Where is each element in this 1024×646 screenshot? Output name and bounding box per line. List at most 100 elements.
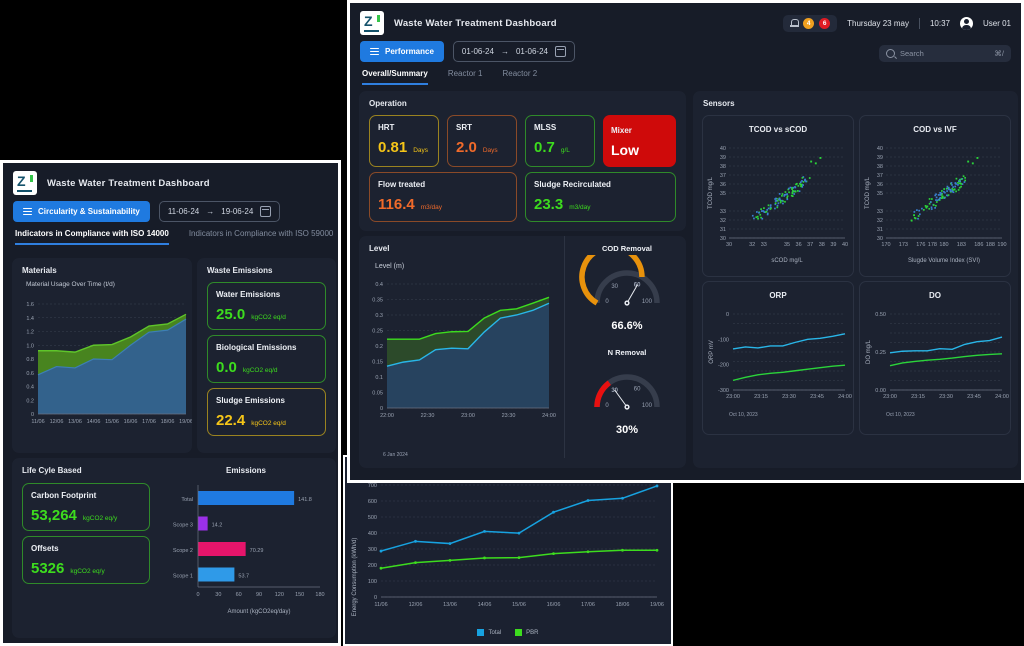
performance-mode-button[interactable]: Performance — [360, 41, 444, 62]
svg-text:0.6: 0.6 — [26, 371, 34, 377]
tcod-vs-scod-title: TCOD vs sCOD — [748, 125, 808, 134]
tab-iso-59000[interactable]: Indicators in Compliance with ISO 59000 — [189, 229, 334, 245]
svg-text:120: 120 — [275, 592, 284, 598]
svg-text:180: 180 — [315, 592, 324, 598]
waste-emissions-panel: Waste Emissions Water Emissions 25.0 kgCO… — [197, 258, 336, 453]
badge-alert[interactable]: 6 — [819, 17, 831, 29]
performance-window: Z Waste Water Treatment Dashboard 4 6 Th… — [347, 0, 1024, 483]
materials-title: Materials — [22, 266, 57, 275]
tab-reactor-2[interactable]: Reactor 2 — [503, 69, 538, 85]
svg-text:Total: Total — [181, 497, 193, 503]
svg-text:Scope 3: Scope 3 — [173, 523, 193, 529]
svg-text:180: 180 — [939, 242, 948, 248]
svg-text:-100: -100 — [718, 337, 729, 343]
offsets-card[interactable]: Offsets 5326 kgCO2 eq/y — [22, 536, 150, 584]
materials-chart: 0 0.2 0.4 0.6 0.8 1.0 1.2 1.4 1.6 11/06 12/06 13/06… — [26, 302, 192, 425]
svg-text:35: 35 — [784, 242, 790, 248]
hrt-card[interactable]: HRT 0.81 Days — [369, 115, 439, 167]
svg-text:100: 100 — [642, 403, 653, 409]
flow-treated-label: Flow treated — [378, 180, 426, 189]
badge-warning[interactable]: 4 — [803, 17, 815, 29]
circularity-mode-button[interactable]: Circularity & Sustainability — [13, 201, 150, 222]
svg-text:DO mg/L: DO mg/L — [866, 339, 872, 364]
svg-text:0: 0 — [196, 592, 199, 598]
srt-card[interactable]: SRT 2.0 Days — [447, 115, 517, 167]
svg-text:13/06: 13/06 — [68, 419, 82, 425]
svg-text:141.8: 141.8 — [298, 497, 312, 503]
water-emissions-card[interactable]: Water Emissions 25.0 kgCO2 eq/d — [207, 282, 326, 330]
svg-text:183: 183 — [957, 242, 966, 248]
svg-text:33: 33 — [720, 209, 726, 215]
header-right-cluster: 4 6 Thursday 23 may 10:37 User 01 — [783, 14, 1011, 32]
svg-text:23:00: 23:00 — [726, 394, 740, 400]
svg-text:60: 60 — [236, 592, 242, 598]
circularity-controls: Circularity & Sustainability 11-06-24 → … — [3, 199, 338, 222]
header-user[interactable]: User 01 — [983, 19, 1011, 28]
mixer-card[interactable]: Mixer Low — [603, 115, 676, 167]
tab-iso-14000[interactable]: Indicators in Compliance with ISO 14000 — [15, 229, 169, 245]
carbon-footprint-unit: kgCO2 eq/y — [82, 515, 118, 522]
svg-text:Slugde Volume Index (SVI): Slugde Volume Index (SVI) — [908, 258, 980, 264]
svg-text:0.4: 0.4 — [26, 385, 34, 391]
carbon-footprint-card[interactable]: Carbon Footprint 53,264 kgCO2 eq/y — [22, 483, 150, 531]
svg-text:14/06: 14/06 — [478, 602, 492, 608]
performance-mode-label: Performance — [385, 46, 434, 56]
header-date: Thursday 23 may — [847, 18, 909, 28]
svg-text:176: 176 — [916, 242, 925, 248]
cod-removal-gauge-svg: 03060100 — [579, 244, 660, 306]
circularity-mode-label: Circularity & Sustainability — [38, 206, 140, 216]
legend-swatch-pbr — [515, 629, 523, 636]
logo-green-bar — [30, 175, 33, 182]
performance-date-range[interactable]: 01-06-24 → 01-06-24 — [452, 41, 575, 62]
notifications-group[interactable]: 4 6 — [783, 14, 838, 32]
svg-text:1.2: 1.2 — [26, 330, 34, 336]
biological-emissions-card[interactable]: Biological Emissions 0.0 kgCO2 eq/d — [207, 335, 326, 383]
svg-text:500: 500 — [368, 515, 377, 521]
circularity-date-range[interactable]: 11-06-24 → 19-06-24 — [158, 201, 281, 222]
do-title: DO — [929, 291, 941, 300]
logo-letter: Z — [17, 173, 26, 189]
tab-overall-summary[interactable]: Overall/Summary — [362, 69, 428, 85]
svg-text:0: 0 — [605, 403, 609, 409]
logo-green-bar — [377, 15, 380, 22]
svg-text:31: 31 — [720, 227, 726, 233]
flow-treated-card[interactable]: Flow treated 116.4 m3/day — [369, 172, 517, 222]
svg-text:0.25: 0.25 — [875, 350, 886, 356]
mlss-unit: g/L — [560, 147, 570, 154]
svg-text:700: 700 — [368, 483, 377, 489]
mlss-card[interactable]: MLSS 0.7 g/L — [525, 115, 595, 167]
sludge-emissions-value: 22.4 — [216, 412, 246, 429]
svg-text:31: 31 — [877, 227, 883, 233]
calendar-icon[interactable] — [260, 206, 272, 217]
svg-text:60: 60 — [634, 387, 641, 393]
svg-text:0.05: 0.05 — [372, 391, 383, 397]
operation-title: Operation — [369, 99, 407, 108]
svg-text:0.8: 0.8 — [26, 357, 34, 363]
svg-text:23:45: 23:45 — [810, 394, 824, 400]
svg-text:23:00: 23:00 — [461, 413, 475, 419]
sludge-recirculated-card[interactable]: Sludge Recirculated 23.3 m3/day — [525, 172, 676, 222]
mlss-label: MLSS — [534, 123, 557, 132]
svg-text:0: 0 — [374, 595, 377, 601]
svg-text:Scope 2: Scope 2 — [173, 548, 193, 554]
svg-text:35: 35 — [877, 191, 883, 197]
svg-text:0: 0 — [605, 299, 609, 305]
date-from: 11-06-24 — [167, 207, 200, 216]
bell-icon[interactable] — [790, 18, 800, 28]
sensors-panel: Sensors TCOD vs sCOD 30 31 32 33 35 36 37 38 39 4… — [693, 91, 1018, 468]
sludge-emissions-card[interactable]: Sludge Emissions 22.4 kgCO2 eq/d — [207, 388, 326, 436]
srt-unit: Days — [482, 147, 498, 154]
svg-text:0: 0 — [380, 406, 383, 412]
svg-text:32: 32 — [877, 218, 883, 224]
hrt-unit: Days — [413, 147, 429, 154]
svg-text:36: 36 — [796, 242, 802, 248]
legend-swatch-total — [477, 629, 485, 636]
svg-text:150: 150 — [295, 592, 304, 598]
search-shortcut: ⌘/ — [994, 49, 1004, 58]
search-input[interactable]: Search ⌘/ — [879, 45, 1011, 62]
avatar[interactable] — [959, 16, 973, 30]
calendar-icon[interactable] — [554, 46, 566, 57]
sludge-recirculated-value: 23.3 — [534, 196, 564, 213]
svg-text:90: 90 — [256, 592, 262, 598]
tab-reactor-1[interactable]: Reactor 1 — [448, 69, 483, 85]
